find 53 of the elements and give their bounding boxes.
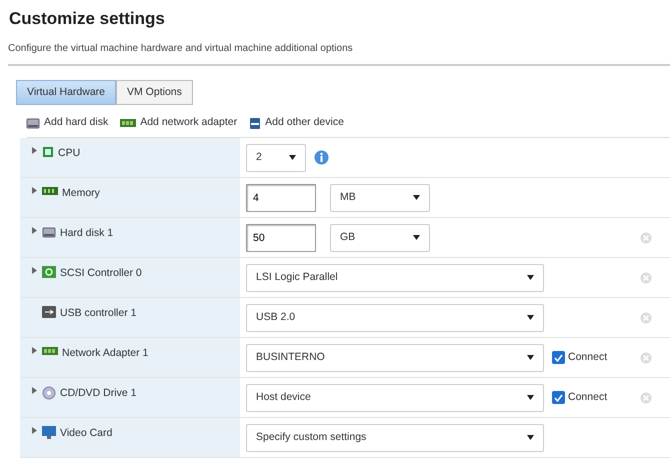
dropdown-caret-icon bbox=[289, 155, 296, 160]
unit-dropdown[interactable]: GB bbox=[330, 224, 430, 252]
dropdown[interactable]: LSI Logic Parallel bbox=[246, 264, 544, 292]
dropdown-caret-icon bbox=[527, 315, 534, 320]
row-label: Network Adapter 1 bbox=[62, 346, 148, 361]
row-label: USB controller 1 bbox=[60, 306, 136, 321]
number-field[interactable]: 50 bbox=[246, 224, 316, 252]
unit-dropdown[interactable]: MB bbox=[330, 184, 430, 212]
expand-icon[interactable] bbox=[32, 386, 37, 394]
dropdown-caret-icon bbox=[413, 195, 420, 200]
tab[interactable]: VM Options bbox=[116, 80, 193, 106]
checkbox-label[interactable]: Connect bbox=[568, 350, 608, 366]
page-title: Customize settings bbox=[9, 8, 166, 30]
dropdown[interactable]: USB 2.0 bbox=[246, 304, 544, 332]
checkbox[interactable] bbox=[552, 391, 565, 404]
expand-icon[interactable] bbox=[32, 226, 37, 234]
expand-icon[interactable] bbox=[32, 186, 37, 194]
dropdown-caret-icon bbox=[527, 395, 534, 400]
expand-icon[interactable] bbox=[32, 146, 37, 154]
checkbox-label[interactable]: Connect bbox=[568, 390, 608, 406]
toolbar-button[interactable]: Add other device bbox=[249, 115, 344, 131]
network-card-icon bbox=[120, 118, 136, 128]
number-field[interactable]: 4 bbox=[246, 184, 316, 212]
tab[interactable]: Virtual Hardware bbox=[16, 80, 116, 106]
dropdown-caret-icon bbox=[413, 235, 420, 240]
row-label: Video Card bbox=[60, 426, 112, 441]
dropdown[interactable]: Specify custom settings bbox=[246, 424, 544, 452]
row-label: SCSI Controller 0 bbox=[60, 266, 142, 281]
toolbar-button[interactable]: Add network adapter bbox=[120, 115, 238, 131]
row-label: CPU bbox=[58, 146, 80, 161]
chip-icon bbox=[42, 146, 54, 158]
dropdown[interactable]: Host device bbox=[246, 384, 544, 412]
toolbar-button[interactable]: Add hard disk bbox=[26, 115, 108, 131]
expand-icon[interactable] bbox=[32, 346, 37, 354]
dropdown-caret-icon bbox=[527, 435, 534, 440]
monitor-icon bbox=[42, 426, 56, 439]
row-label: Hard disk 1 bbox=[60, 226, 114, 241]
expand-icon[interactable] bbox=[32, 266, 37, 274]
device-icon bbox=[249, 116, 262, 130]
expand-icon[interactable] bbox=[32, 426, 37, 434]
dropdown[interactable]: 2 bbox=[246, 144, 306, 172]
memory-module-icon bbox=[42, 186, 58, 196]
row-label: CD/DVD Drive 1 bbox=[60, 386, 136, 401]
dropdown[interactable]: BUSINTERNO bbox=[246, 344, 544, 372]
dropdown-caret-icon bbox=[527, 355, 534, 360]
row-label: Memory bbox=[62, 186, 100, 201]
usb-icon bbox=[42, 306, 56, 318]
page-subtitle: Configure the virtual machine hardware and virtual machine additional options bbox=[8, 40, 670, 66]
checkbox[interactable] bbox=[552, 351, 565, 364]
network-card-icon bbox=[42, 346, 58, 356]
disc-icon bbox=[42, 386, 56, 400]
controller-icon bbox=[42, 266, 56, 278]
dropdown-caret-icon bbox=[527, 275, 534, 280]
